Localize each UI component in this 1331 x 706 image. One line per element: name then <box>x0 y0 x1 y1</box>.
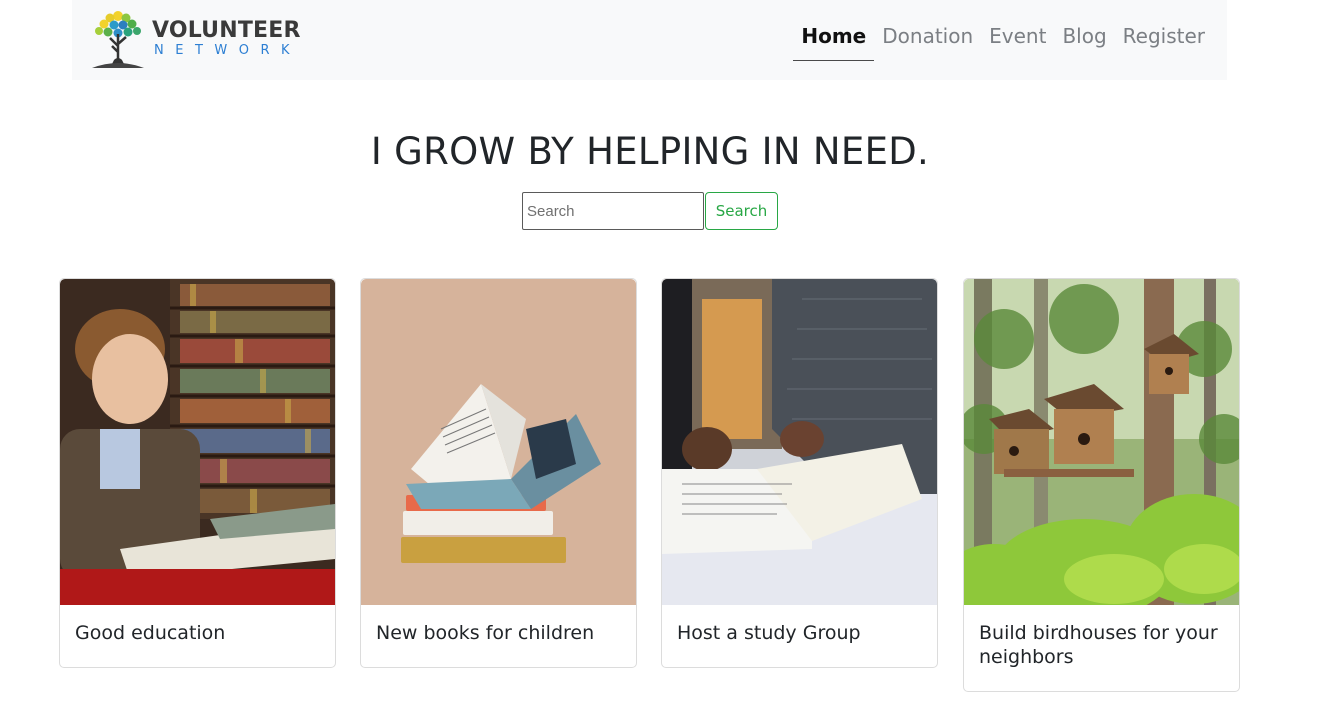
card-image-birdhouses <box>964 279 1239 605</box>
main-nav: Home Donation Event Blog Register <box>793 16 1213 62</box>
brand-tagline: NETWORK <box>154 43 302 58</box>
card-title: Build birdhouses for your neighbors <box>979 622 1218 668</box>
card-image-boy-reading <box>60 279 335 605</box>
event-card[interactable]: Good education <box>59 278 336 668</box>
nav-link-event[interactable]: Event <box>981 16 1054 61</box>
search-input[interactable] <box>522 192 704 230</box>
nav-link-blog[interactable]: Blog <box>1054 16 1114 61</box>
card-body: Build birdhouses for your neighbors <box>964 605 1239 691</box>
event-card[interactable]: Host a study Group <box>661 278 938 668</box>
card-title: Host a study Group <box>677 622 861 644</box>
brand-logo[interactable]: VOLUNTEER NETWORK <box>88 6 302 70</box>
event-card[interactable]: Build birdhouses for your neighbors <box>963 278 1240 692</box>
card-image-books <box>361 279 636 605</box>
card-title: Good education <box>75 622 226 644</box>
card-body: Host a study Group <box>662 605 937 667</box>
card-body: Good education <box>60 605 335 667</box>
nav-link-register[interactable]: Register <box>1115 16 1213 61</box>
card-title: New books for children <box>376 622 595 644</box>
card-body: New books for children <box>361 605 636 667</box>
brand-name: VOLUNTEER <box>152 18 301 43</box>
navbar: VOLUNTEER NETWORK Home Donation Event Bl… <box>72 0 1227 80</box>
nav-link-home[interactable]: Home <box>793 16 875 61</box>
card-image-study-group <box>662 279 937 605</box>
search-form: Search <box>522 192 778 230</box>
hero-title: I GROW BY HELPING IN NEED. <box>370 130 930 173</box>
search-button[interactable]: Search <box>705 192 778 230</box>
tree-logo-icon <box>92 11 144 68</box>
nav-link-donation[interactable]: Donation <box>874 16 981 61</box>
event-card[interactable]: New books for children <box>360 278 637 668</box>
